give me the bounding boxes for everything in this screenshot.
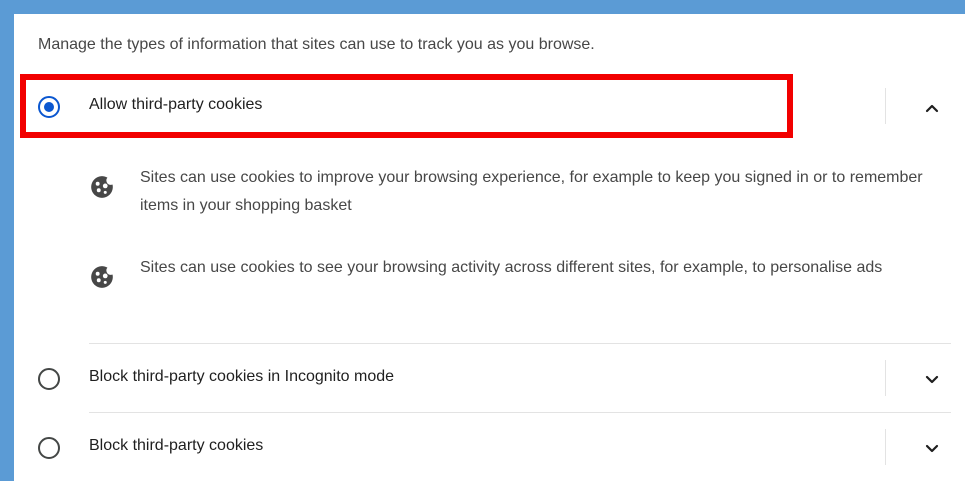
divider — [89, 343, 951, 344]
cookie-icon — [91, 266, 115, 288]
detail-text-improve-experience: Sites can use cookies to improve your br… — [140, 169, 923, 214]
row-separator — [885, 360, 886, 396]
row-separator — [885, 429, 886, 465]
window-frame-left — [0, 0, 14, 481]
block-incognito-radio[interactable] — [38, 368, 60, 390]
divider — [89, 412, 951, 413]
chevron-down-icon — [925, 444, 939, 453]
selection-highlight-box — [20, 74, 793, 138]
chevron-down-icon — [925, 375, 939, 384]
collapse-allow-button[interactable] — [916, 92, 948, 124]
cookie-settings-panel: Manage the types of information that sit… — [14, 14, 965, 481]
block-third-party-radio[interactable] — [38, 437, 60, 459]
chevron-up-icon — [925, 104, 939, 113]
window-frame-top — [0, 0, 965, 14]
intro-text: Manage the types of information that sit… — [38, 36, 595, 53]
expand-block-third-party-button[interactable] — [916, 433, 948, 465]
row-separator — [885, 88, 886, 124]
expand-block-incognito-button[interactable] — [916, 364, 948, 396]
detail-item-browsing-activity: Sites can use cookies to see your browsi… — [89, 254, 949, 314]
block-third-party-label: Block third-party cookies — [89, 437, 264, 454]
option-block-incognito[interactable]: Block third-party cookies in Incognito m… — [14, 350, 965, 406]
option-block-third-party[interactable]: Block third-party cookies — [14, 419, 965, 475]
cookie-icon — [91, 176, 115, 198]
block-incognito-label: Block third-party cookies in Incognito m… — [89, 368, 395, 385]
detail-text-browsing-activity: Sites can use cookies to see your browsi… — [140, 259, 883, 276]
detail-item-improve-experience: Sites can use cookies to improve your br… — [89, 164, 949, 224]
